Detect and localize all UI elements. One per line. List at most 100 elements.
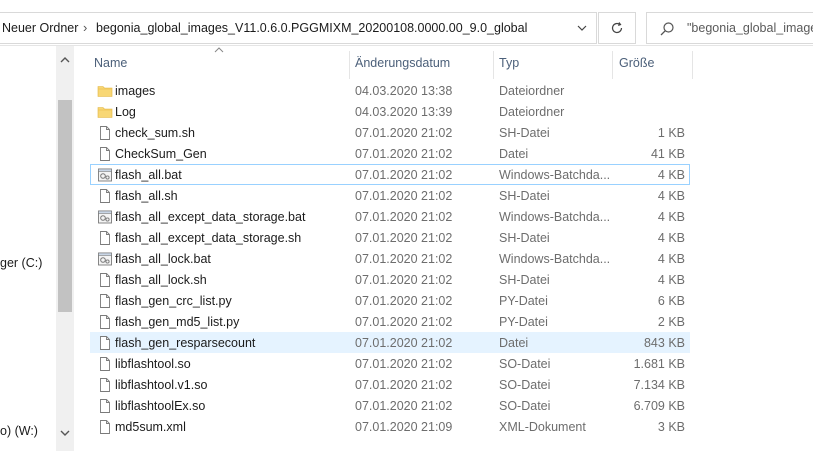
search-box[interactable]: "begonia_global_images: [646, 12, 813, 44]
file-date: 04.03.2020 13:39: [355, 105, 453, 119]
folder-row[interactable]: images 04.03.2020 13:38 Dateiordner: [90, 80, 690, 101]
nav-item-drive-w[interactable]: o) (W:): [0, 424, 38, 438]
file-row[interactable]: libflashtool.so 07.01.2020 21:02 SO-Datei 1…: [90, 353, 690, 374]
file-type: Windows-Batchda...: [499, 210, 611, 224]
column-divider[interactable]: [692, 51, 693, 79]
file-date: 07.01.2020 21:02: [355, 378, 453, 392]
file-type: Windows-Batchda...: [499, 168, 611, 182]
column-divider[interactable]: [612, 51, 613, 79]
file-row[interactable]: md5sum.xml 07.01.2020 21:09 XML-Dokument 3 …: [90, 416, 690, 437]
folder-icon: [97, 107, 113, 118]
column-divider[interactable]: [493, 51, 494, 79]
file-date: 07.01.2020 21:02: [355, 315, 453, 329]
file-date: 04.03.2020 13:38: [355, 84, 453, 98]
nav-scrollbar-thumb[interactable]: [58, 100, 72, 312]
file-type: SH-Datei: [499, 126, 550, 140]
file-row[interactable]: libflashtool.v1.so 07.01.2020 21:02 SO-Dat…: [90, 374, 690, 395]
sort-ascending-icon: [214, 47, 224, 53]
file-name: libflashtool.v1.so: [115, 378, 208, 392]
file-name: check_sum.sh: [115, 126, 195, 140]
batch-file-icon: [98, 168, 112, 182]
batch-file-icon: [98, 210, 112, 224]
file-size: 4 KB: [657, 252, 685, 266]
file-type: SH-Datei: [499, 231, 550, 245]
batch-file-icon: [98, 252, 112, 266]
file-row[interactable]: flash_all_lock.sh 07.01.2020 21:02 SH-Date…: [90, 269, 690, 290]
file-icon: [100, 378, 110, 392]
breadcrumb-neuer-ordner[interactable]: Neuer Ordner: [2, 21, 78, 35]
column-header-size[interactable]: Größe: [619, 56, 654, 70]
file-date: 07.01.2020 21:02: [355, 252, 453, 266]
file-date: 07.01.2020 21:02: [355, 189, 453, 203]
file-type: SO-Datei: [499, 378, 551, 392]
file-row[interactable]: flash_all_except_data_storage.bat 07.01.2…: [90, 206, 690, 227]
column-header-name[interactable]: Name: [94, 56, 127, 70]
file-date: 07.01.2020 21:02: [355, 147, 453, 161]
file-name: libflashtoolEx.so: [115, 399, 206, 413]
address-toolbar: Neuer Ordner › begonia_global_images_V11…: [0, 0, 813, 46]
breadcrumb-current-folder[interactable]: begonia_global_images_V11.0.6.0.PGGMIXM_…: [96, 21, 527, 35]
file-size: 3 KB: [657, 420, 685, 434]
file-date: 07.01.2020 21:02: [355, 126, 453, 140]
folder-row[interactable]: Log 04.03.2020 13:39 Dateiordner: [90, 101, 690, 122]
file-date: 07.01.2020 21:09: [355, 420, 453, 434]
file-name: flash_all_except_data_storage.bat: [115, 210, 306, 224]
column-header-type[interactable]: Typ: [499, 56, 519, 70]
file-type: SO-Datei: [499, 357, 551, 371]
file-name: flash_gen_crc_list.py: [115, 294, 232, 308]
file-type: SO-Datei: [499, 399, 551, 413]
folder-icon: [97, 86, 113, 97]
file-name: flash_gen_resparsecount: [115, 336, 256, 350]
file-icon: [100, 420, 110, 434]
file-size: 1.681 KB: [633, 357, 685, 371]
file-name: md5sum.xml: [115, 420, 186, 434]
file-type: Datei: [499, 147, 529, 161]
scroll-down-icon[interactable]: [57, 425, 73, 441]
file-icon: [100, 315, 110, 329]
file-row[interactable]: flash_all_except_data_storage.sh 07.01.20…: [90, 227, 690, 248]
column-header-date[interactable]: Änderungsdatum: [355, 56, 450, 70]
scroll-up-icon[interactable]: [57, 52, 73, 68]
file-name: flash_all.sh: [115, 189, 178, 203]
column-divider[interactable]: [349, 51, 350, 79]
file-date: 07.01.2020 21:02: [355, 294, 453, 308]
file-size: 4 KB: [657, 231, 685, 245]
file-type: Dateiordner: [499, 105, 565, 119]
file-icon: [100, 189, 110, 203]
file-row[interactable]: check_sum.sh 07.01.2020 21:02 SH-Datei 1 KB: [90, 122, 690, 143]
breadcrumb-separator-icon[interactable]: ›: [83, 20, 87, 35]
file-size: 4 KB: [657, 168, 685, 182]
refresh-icon: [611, 22, 623, 34]
file-date: 07.01.2020 21:02: [355, 273, 453, 287]
file-icon: [100, 294, 110, 308]
file-type: Datei: [499, 336, 529, 350]
chevron-down-icon[interactable]: [575, 21, 589, 35]
file-date: 07.01.2020 21:02: [355, 336, 453, 350]
file-row[interactable]: libflashtoolEx.so 07.01.2020 21:02 SO-Date…: [90, 395, 690, 416]
file-name: flash_all_lock.bat: [115, 252, 211, 266]
file-row[interactable]: flash_all.sh 07.01.2020 21:02 SH-Datei 4 KB: [90, 185, 690, 206]
refresh-button[interactable]: [598, 12, 636, 44]
file-icon: [100, 147, 110, 161]
file-name: CheckSum_Gen: [115, 147, 207, 161]
file-icon: [100, 336, 110, 350]
file-row[interactable]: flash_gen_md5_list.py 07.01.2020 21:02 PY-…: [90, 311, 690, 332]
file-size: 7.134 KB: [633, 378, 685, 392]
file-row[interactable]: flash_gen_crc_list.py 07.01.2020 21:02 PY-…: [90, 290, 690, 311]
address-bar[interactable]: Neuer Ordner › begonia_global_images_V11…: [0, 12, 597, 44]
file-row[interactable]: flash_all_lock.bat 07.01.2020 21:02 Window…: [90, 248, 690, 269]
search-input[interactable]: "begonia_global_images: [687, 21, 813, 35]
search-icon: [660, 22, 674, 36]
file-name: flash_all_lock.sh: [115, 273, 207, 287]
file-row[interactable]: flash_gen_resparsecount 07.01.2020 21:02 D…: [90, 332, 690, 353]
file-date: 07.01.2020 21:02: [355, 399, 453, 413]
file-row[interactable]: CheckSum_Gen 07.01.2020 21:02 Datei 41 KB: [90, 143, 690, 164]
file-type: XML-Dokument: [499, 420, 586, 434]
file-size: 6 KB: [657, 294, 685, 308]
file-icon: [100, 126, 110, 140]
file-row[interactable]: flash_all.bat 07.01.2020 21:02 Windows-Bat…: [90, 164, 690, 185]
file-type: Windows-Batchda...: [499, 252, 611, 266]
nav-item-drive-c[interactable]: ger (C:): [0, 256, 42, 270]
file-type: PY-Datei: [499, 294, 548, 308]
file-icon: [100, 399, 110, 413]
